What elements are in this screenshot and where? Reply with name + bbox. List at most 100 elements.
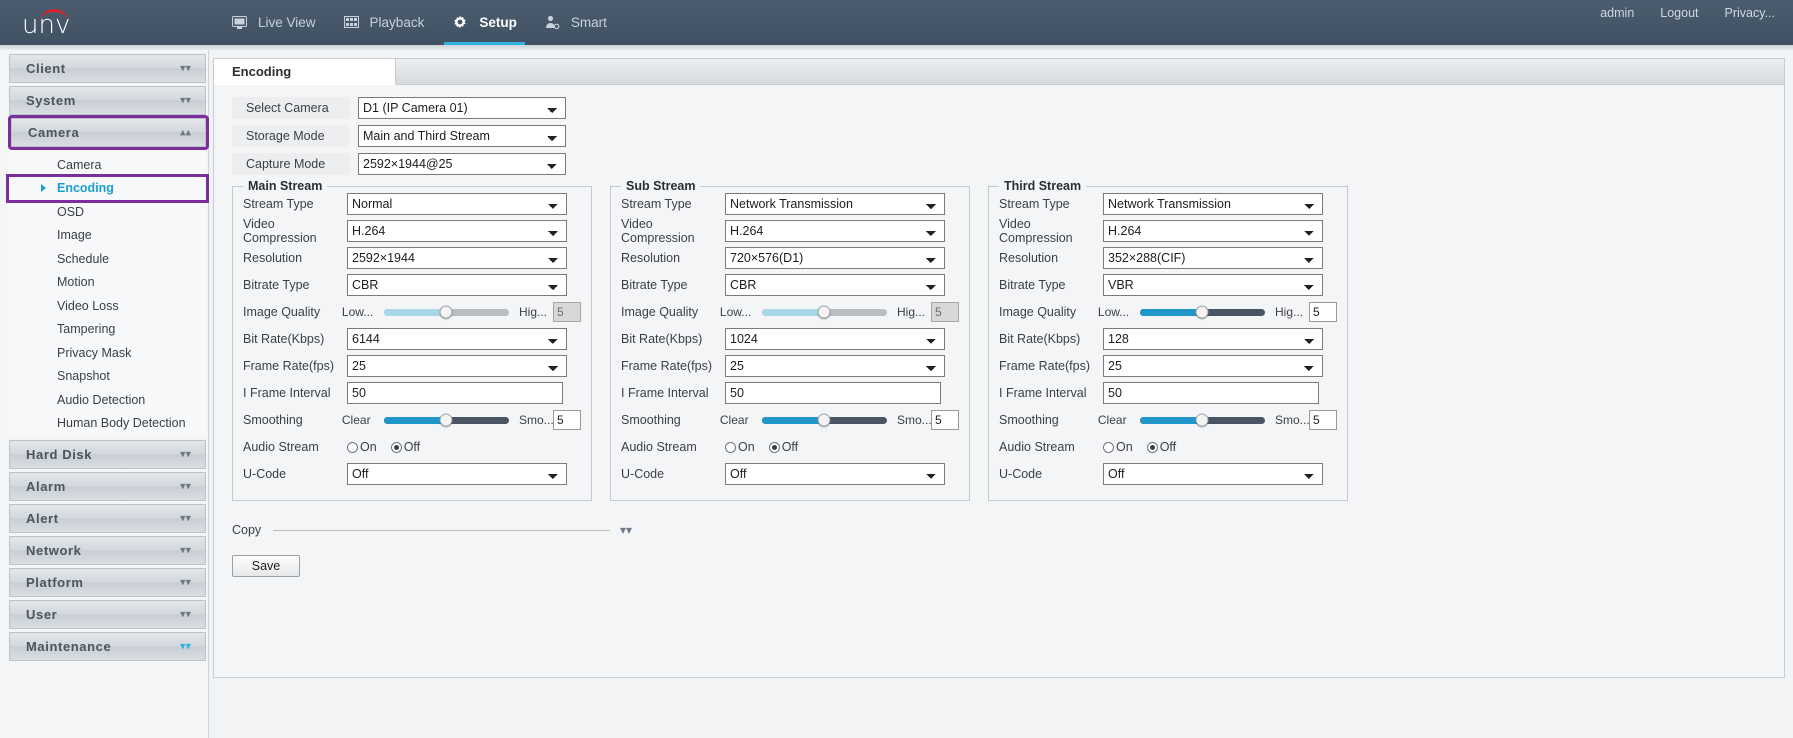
label-audio-stream: Audio Stream	[621, 440, 725, 454]
slider-knob[interactable]	[1196, 306, 1209, 319]
sub-video-compression-dropdown[interactable]: H.264	[725, 220, 945, 242]
sub-u-code-dropdown[interactable]: Off	[725, 463, 945, 485]
privacy-link[interactable]: Privacy...	[1725, 6, 1775, 20]
sidebar-item-schedule[interactable]: Schedule	[9, 247, 206, 271]
main-row-bit-rate: Bit Rate(Kbps) 6144	[243, 328, 581, 350]
sub-stream-group: Sub Stream Stream Type Network Transmiss…	[610, 186, 970, 501]
third-image-quality-value[interactable]	[1309, 302, 1337, 322]
main-bit-rate-dropdown[interactable]: 6144	[347, 328, 567, 350]
label-stream-type: Stream Type	[621, 197, 725, 211]
label-video-compression: Video Compression	[621, 217, 725, 245]
sidebar-group-maintenance[interactable]: Maintenance ▾▾	[9, 632, 206, 661]
sidebar-item-motion[interactable]: Motion	[9, 271, 206, 295]
slider-knob[interactable]	[818, 306, 831, 319]
slider-track[interactable]	[384, 309, 509, 316]
third-u-code-dropdown[interactable]: Off	[1103, 463, 1323, 485]
sub-audio-stream-on[interactable]: On	[725, 440, 755, 454]
nav-item-live-view[interactable]: Live View	[218, 0, 330, 45]
sidebar-item-tampering[interactable]: Tampering	[9, 318, 206, 342]
main-frame-rate-dropdown[interactable]: 25	[347, 355, 567, 377]
unv-logo[interactable]: unv	[22, 8, 92, 38]
third-image-quality-slider[interactable]: Low... Hig...	[1098, 305, 1309, 319]
slider-track[interactable]	[1140, 417, 1265, 424]
radio-label-on: On	[1116, 440, 1133, 454]
third-audio-stream-off[interactable]: Off	[1147, 440, 1176, 454]
slider-knob[interactable]	[818, 414, 831, 427]
sub-frame-rate-dropdown[interactable]: 25	[725, 355, 945, 377]
main-audio-stream-off[interactable]: Off	[391, 440, 420, 454]
sidebar-item-privacy-mask[interactable]: Privacy Mask	[9, 341, 206, 365]
sub-i-frame-interval-input[interactable]	[725, 382, 941, 404]
slider-track[interactable]	[762, 309, 887, 316]
main-resolution-dropdown[interactable]: 2592×1944	[347, 247, 567, 269]
sub-smoothing-value[interactable]	[931, 410, 959, 430]
sidebar-group-platform[interactable]: Platform ▾▾	[9, 568, 206, 597]
sidebar-group-system[interactable]: System ▾▾	[9, 86, 206, 115]
chevron-down-icon: ▾▾	[180, 513, 191, 524]
third-frame-rate-dropdown[interactable]: 25	[1103, 355, 1323, 377]
main-u-code-dropdown[interactable]: Off	[347, 463, 567, 485]
main-i-frame-interval-input[interactable]	[347, 382, 563, 404]
sub-resolution-dropdown[interactable]: 720×576(D1)	[725, 247, 945, 269]
third-stream-type-dropdown[interactable]: Network Transmission	[1103, 193, 1323, 215]
third-smoothing-value[interactable]	[1309, 410, 1337, 430]
sidebar-item-audio-detection[interactable]: Audio Detection	[9, 388, 206, 412]
sidebar-item-video-loss[interactable]: Video Loss	[9, 294, 206, 318]
sidebar-item-camera[interactable]: Camera	[9, 153, 206, 177]
sub-audio-stream-off[interactable]: Off	[769, 440, 798, 454]
third-i-frame-interval-input[interactable]	[1103, 382, 1319, 404]
third-row-video-compression: Video Compression H.264	[999, 220, 1337, 242]
sub-smoothing-slider[interactable]: Clear Smo...	[720, 413, 931, 427]
sub-stream-type-dropdown[interactable]: Network Transmission	[725, 193, 945, 215]
slider-knob[interactable]	[440, 414, 453, 427]
sidebar-item-encoding[interactable]: Encoding	[9, 177, 206, 201]
main-bitrate-type-dropdown[interactable]: CBR	[347, 274, 567, 296]
sidebar-group-user[interactable]: User ▾▾	[9, 600, 206, 629]
sidebar-group-label-network: Network	[10, 543, 82, 558]
chevron-down-double-icon[interactable]: ▾▾	[620, 523, 632, 537]
main-smoothing-value[interactable]	[553, 410, 581, 430]
sidebar-item-image[interactable]: Image	[9, 224, 206, 248]
select-camera-dropdown[interactable]: D1 (IP Camera 01)	[358, 97, 566, 119]
main-stream-type-dropdown[interactable]: Normal	[347, 193, 567, 215]
sidebar-item-human-body-detection[interactable]: Human Body Detection	[9, 412, 206, 436]
sidebar-group-client[interactable]: Client ▾▾	[9, 54, 206, 83]
nav-item-smart[interactable]: Smart	[531, 0, 621, 45]
slider-knob[interactable]	[1196, 414, 1209, 427]
nav-item-setup[interactable]: Setup	[438, 0, 531, 45]
sub-bit-rate-dropdown[interactable]: 1024	[725, 328, 945, 350]
third-resolution-dropdown[interactable]: 352×288(CIF)	[1103, 247, 1323, 269]
third-audio-stream-on[interactable]: On	[1103, 440, 1133, 454]
sidebar-group-network[interactable]: Network ▾▾	[9, 536, 206, 565]
capture-mode-dropdown[interactable]: 2592×1944@25	[358, 153, 566, 175]
third-bitrate-type-dropdown[interactable]: VBR	[1103, 274, 1323, 296]
sub-bitrate-type-dropdown[interactable]: CBR	[725, 274, 945, 296]
sidebar-group-alert[interactable]: Alert ▾▾	[9, 504, 206, 533]
storage-mode-dropdown[interactable]: Main and Third Stream	[358, 125, 566, 147]
third-bit-rate-dropdown[interactable]: 128	[1103, 328, 1323, 350]
sidebar-group-camera[interactable]: Camera ▴▴	[11, 118, 206, 147]
sub-image-quality-slider[interactable]: Low... Hig...	[720, 305, 931, 319]
save-button[interactable]: Save	[232, 555, 300, 577]
main-audio-stream-on[interactable]: On	[347, 440, 377, 454]
radio-label-off: Off	[404, 440, 420, 454]
main-video-compression-dropdown[interactable]: H.264	[347, 220, 567, 242]
third-row-smoothing: Smoothing Clear Smo...	[999, 409, 1337, 431]
nav-item-playback[interactable]: Playback	[330, 0, 439, 45]
sidebar-group-hard-disk[interactable]: Hard Disk ▾▾	[9, 440, 206, 469]
main-smoothing-slider[interactable]: Clear Smo...	[342, 413, 553, 427]
slider-knob[interactable]	[440, 306, 453, 319]
sidebar-item-osd[interactable]: OSD	[9, 200, 206, 224]
main-image-quality-slider[interactable]: Low... Hig...	[342, 305, 553, 319]
sidebar-group-alarm[interactable]: Alarm ▾▾	[9, 472, 206, 501]
slider-track[interactable]	[762, 417, 887, 424]
logout-link[interactable]: Logout	[1660, 6, 1698, 20]
chevron-down-icon: ▾▾	[180, 577, 191, 588]
third-smoothing-slider[interactable]: Clear Smo...	[1098, 413, 1309, 427]
sidebar-item-snapshot[interactable]: Snapshot	[9, 365, 206, 389]
slider-track[interactable]	[1140, 309, 1265, 316]
tab-encoding[interactable]: Encoding	[214, 59, 396, 85]
third-video-compression-dropdown[interactable]: H.264	[1103, 220, 1323, 242]
slider-track[interactable]	[384, 417, 509, 424]
label-bit-rate: Bit Rate(Kbps)	[243, 332, 347, 346]
